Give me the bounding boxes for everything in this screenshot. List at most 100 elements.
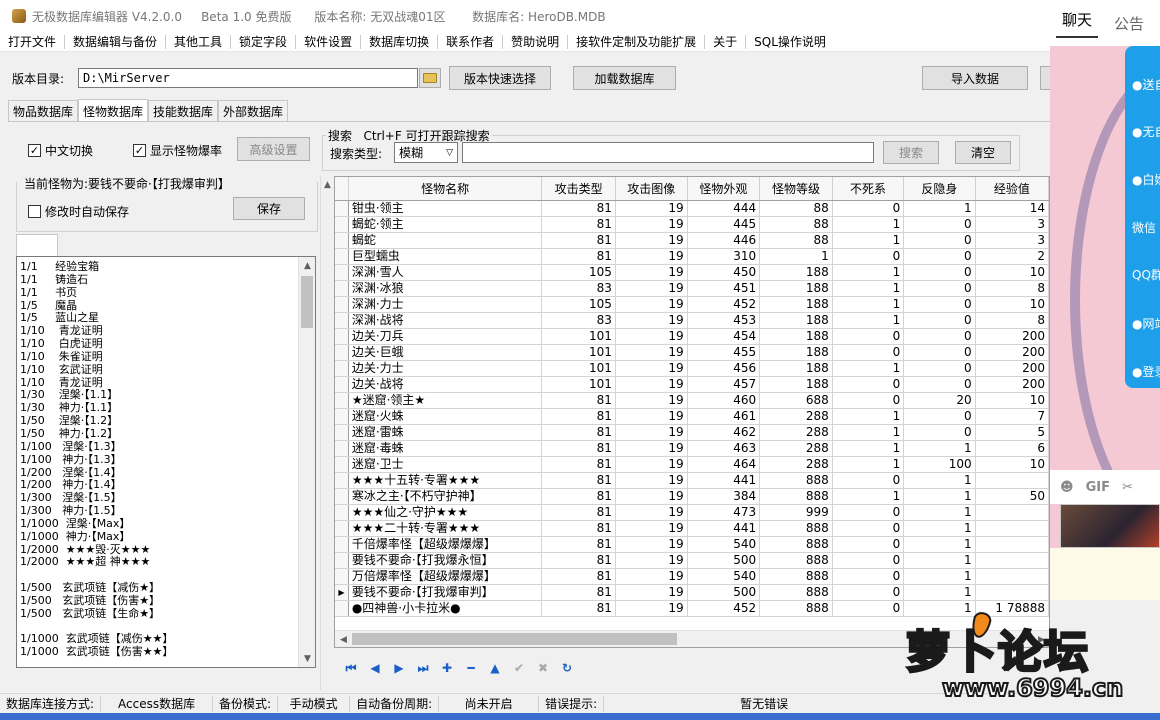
gif-icon[interactable]: GIF — [1086, 480, 1110, 495]
column-header[interactable]: 反隐身 — [903, 177, 976, 201]
show-drop-checkbox[interactable]: ✓ 显示怪物爆率 — [133, 142, 222, 159]
chat-menu-item[interactable]: QQ群 — [1132, 266, 1160, 283]
import-data-button[interactable]: 导入数据 — [922, 66, 1028, 90]
insert-record-icon[interactable]: ✚ — [438, 659, 456, 677]
next-record-icon[interactable]: ▶ — [390, 659, 408, 677]
row-indicator[interactable] — [335, 296, 349, 313]
table-cell[interactable]: 0 — [832, 376, 905, 393]
row-indicator[interactable] — [335, 248, 349, 265]
monster-name-cell[interactable]: 深渊·雪人 — [348, 264, 543, 281]
table-cell[interactable]: 101 — [541, 360, 616, 377]
table-cell[interactable]: 10 — [975, 392, 1049, 409]
table-cell[interactable] — [975, 472, 1049, 489]
table-cell[interactable]: 888 — [759, 520, 833, 537]
table-cell[interactable]: 451 — [687, 280, 761, 297]
table-cell[interactable]: 200 — [975, 360, 1049, 377]
delete-record-icon[interactable]: ━ — [462, 659, 480, 677]
table-cell[interactable]: 19 — [615, 248, 688, 265]
monster-name-cell[interactable]: 巨型蠕虫 — [348, 248, 543, 265]
table-cell[interactable]: 19 — [615, 296, 688, 313]
table-cell[interactable]: 0 — [832, 472, 905, 489]
table-cell[interactable]: 81 — [541, 200, 616, 217]
table-cell[interactable]: 888 — [759, 584, 833, 601]
column-header[interactable]: 怪物等级 — [759, 177, 833, 201]
table-cell[interactable]: 1 — [832, 264, 905, 281]
table-cell[interactable]: 81 — [541, 520, 616, 537]
table-row[interactable]: 巨型蠕虫 81 19 310 1 0 0 2 — [335, 248, 1049, 265]
table-cell[interactable]: 19 — [615, 472, 688, 489]
table-cell[interactable]: 0 — [903, 312, 976, 329]
search-type-select[interactable]: 模糊 ▽ — [394, 142, 458, 163]
monster-name-cell[interactable]: 钳虫·领主 — [348, 200, 543, 217]
table-cell[interactable]: 19 — [615, 408, 688, 425]
table-cell[interactable]: 0 — [832, 328, 905, 345]
table-cell[interactable]: 81 — [541, 536, 616, 553]
chat-menu-item[interactable]: ●网站 — [1132, 315, 1160, 332]
drop-list-item[interactable]: 1/10 白虎证明 — [20, 337, 315, 351]
table-cell[interactable]: 444 — [687, 200, 761, 217]
refresh-icon[interactable]: ↻ — [558, 659, 576, 677]
table-cell[interactable]: 1 — [903, 440, 976, 457]
table-cell[interactable]: 19 — [615, 264, 688, 281]
scroll-up-icon[interactable]: ▲ — [299, 257, 315, 274]
table-cell[interactable]: 0 — [903, 328, 976, 345]
scissors-icon[interactable]: ✂ — [1122, 480, 1133, 495]
drop-list-item[interactable]: 1/10 玄武证明 — [20, 363, 315, 377]
emoji-icon[interactable]: ☻ — [1060, 480, 1074, 495]
drop-list-item[interactable]: 1/1000 玄武项链【伤害★★】 — [20, 645, 315, 659]
monster-name-cell[interactable]: 蝎蛇 — [348, 232, 543, 249]
table-cell[interactable]: 19 — [615, 376, 688, 393]
table-cell[interactable]: 19 — [615, 568, 688, 585]
menu-settings[interactable]: 软件设置 — [296, 34, 362, 49]
dir-input[interactable]: D:\MirServer — [78, 68, 418, 88]
table-cell[interactable]: 0 — [903, 264, 976, 281]
menu-switch-db[interactable]: 数据库切换 — [361, 34, 439, 49]
table-row[interactable]: 深渊·力士 105 19 452 188 1 0 10 — [335, 296, 1049, 313]
row-indicator[interactable] — [335, 392, 349, 409]
advanced-settings-button[interactable]: 高级设置 — [237, 137, 310, 161]
table-cell[interactable]: 7 — [975, 408, 1049, 425]
table-row[interactable]: 迷窟·卫士 81 19 464 288 1 100 10 — [335, 456, 1049, 473]
table-cell[interactable]: 19 — [615, 600, 688, 617]
chinese-switch-checkbox[interactable]: ✓ 中文切换 — [28, 142, 93, 159]
table-row[interactable]: 边关·巨蛾 101 19 455 188 0 0 200 — [335, 344, 1049, 361]
drop-list-item[interactable]: 1/300 神力·【1.5】 — [20, 504, 315, 518]
table-row[interactable]: 迷窟·火蛛 81 19 461 288 1 0 7 — [335, 408, 1049, 425]
row-indicator[interactable] — [335, 408, 349, 425]
cancel-record-icon[interactable]: ✖ — [534, 659, 552, 677]
table-cell[interactable]: 1 — [903, 536, 976, 553]
scroll-thumb[interactable] — [352, 633, 677, 645]
table-cell[interactable] — [975, 504, 1049, 521]
table-cell[interactable] — [975, 536, 1049, 553]
notice-tab[interactable]: 公告 — [1108, 13, 1150, 34]
chat-menu-item[interactable]: ●送自 — [1132, 76, 1160, 93]
monster-name-cell[interactable]: 要钱不要命·【打我爆永恒】 — [348, 552, 543, 569]
table-cell[interactable]: 83 — [541, 312, 616, 329]
table-cell[interactable]: 100 — [903, 456, 976, 473]
table-cell[interactable]: 81 — [541, 232, 616, 249]
table-cell[interactable]: 1 — [832, 216, 905, 233]
table-cell[interactable]: 3 — [975, 216, 1049, 233]
table-row[interactable]: 要钱不要命·【打我爆永恒】 81 19 500 888 0 1 — [335, 552, 1049, 569]
browse-folder-button[interactable] — [419, 68, 441, 88]
scroll-left-icon[interactable]: ◀ — [335, 631, 352, 648]
table-cell[interactable]: 88 — [759, 216, 833, 233]
table-cell[interactable]: 0 — [832, 600, 905, 617]
table-cell[interactable]: 1 — [832, 408, 905, 425]
chat-tab[interactable]: 聊天 — [1056, 9, 1099, 38]
monster-name-cell[interactable]: ★★★仙之·守护★★★ — [348, 504, 543, 521]
monster-name-cell[interactable]: 边关·刀兵 — [348, 328, 543, 345]
table-cell[interactable]: 188 — [759, 344, 833, 361]
monster-name-cell[interactable]: 边关·战将 — [348, 376, 543, 393]
column-header[interactable]: 不死系 — [832, 177, 905, 201]
table-cell[interactable]: 1 — [832, 440, 905, 457]
table-cell[interactable]: 19 — [615, 520, 688, 537]
table-cell[interactable]: 460 — [687, 392, 761, 409]
drop-list-tab[interactable] — [16, 234, 58, 256]
table-cell[interactable]: 81 — [541, 424, 616, 441]
edit-record-icon[interactable]: ▲ — [486, 659, 504, 677]
monster-name-cell[interactable]: 边关·力士 — [348, 360, 543, 377]
table-cell[interactable]: 0 — [903, 408, 976, 425]
table-cell[interactable]: 10 — [975, 296, 1049, 313]
table-cell[interactable]: 288 — [759, 424, 833, 441]
